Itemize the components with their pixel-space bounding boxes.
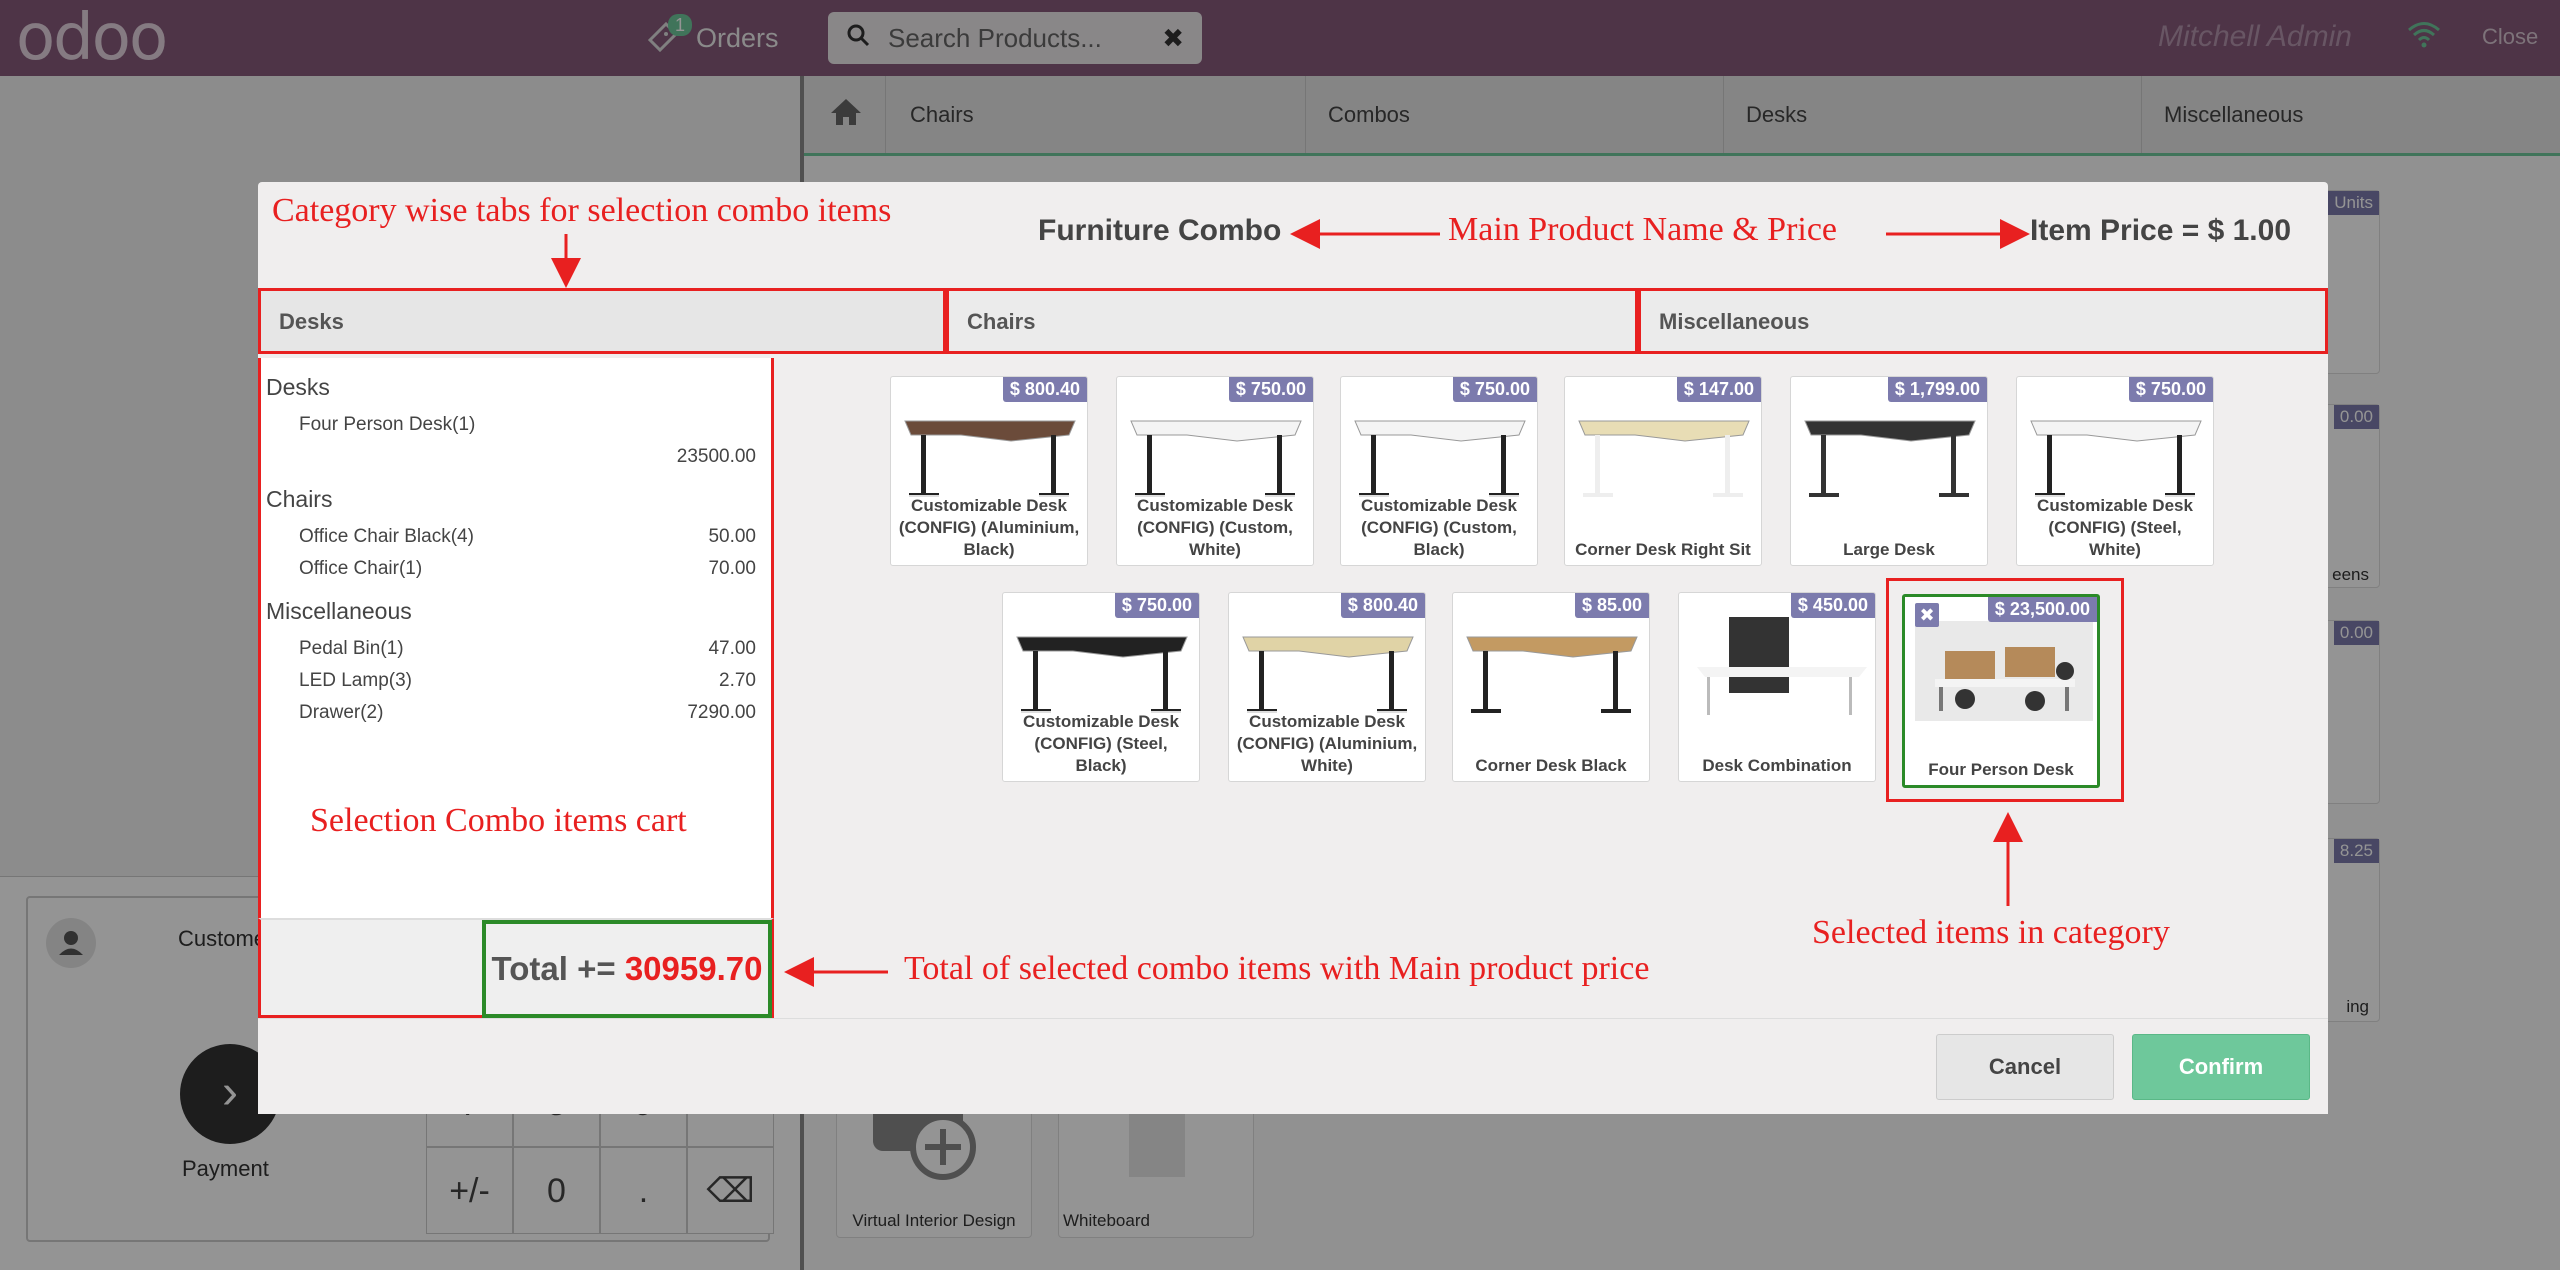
cart-item[interactable]: LED Lamp(3) xyxy=(299,670,412,692)
product-image xyxy=(1578,420,1750,497)
product-name: Corner Desk Black xyxy=(1457,755,1645,777)
price-tag: $ 1,799.00 xyxy=(1887,377,1987,402)
confirm-button[interactable]: Confirm xyxy=(2132,1034,2310,1100)
product-image xyxy=(1354,420,1526,497)
product-image xyxy=(904,420,1076,497)
product-name: Large Desk xyxy=(1795,539,1983,561)
combo-product-tile[interactable]: $ 800.40 Customizable Desk (CONFIG) (Alum… xyxy=(1228,592,1426,782)
product-name: Customizable Desk (CONFIG) (Custom, Blac… xyxy=(1345,495,1533,561)
product-name: Customizable Desk (CONFIG) (Custom, Whit… xyxy=(1121,495,1309,561)
combo-product-tile[interactable]: $ 750.00 Customizable Desk (CONFIG) (Cust… xyxy=(1340,376,1538,566)
price-tag: $ 750.00 xyxy=(1452,377,1537,402)
annotation-total: Total of selected combo items with Main … xyxy=(904,950,1650,987)
product-image xyxy=(2030,420,2202,497)
annotation-cart: Selection Combo items cart xyxy=(310,802,687,839)
combo-item-price: Item Price = $ 1.00 xyxy=(2030,214,2292,247)
cart-group-miscellaneous: Miscellaneous xyxy=(266,598,412,624)
combo-product-tile[interactable]: $ 1,799.00 Large Desk xyxy=(1790,376,1988,566)
price-tag: $ 85.00 xyxy=(1574,593,1649,618)
annotation-selected: Selected items in category xyxy=(1812,914,2170,951)
cart-item[interactable]: Four Person Desk(1) xyxy=(299,414,475,436)
combo-product-tile[interactable]: $ 750.00 Customizable Desk (CONFIG) (Cust… xyxy=(1116,376,1314,566)
cancel-button[interactable]: Cancel xyxy=(1936,1034,2114,1100)
price-tag: $ 800.40 xyxy=(1002,377,1087,402)
combo-product-tile[interactable]: $ 85.00 Corner Desk Black xyxy=(1452,592,1650,782)
tab-desks[interactable]: Desks xyxy=(258,288,946,354)
cart-item-value: 50.00 xyxy=(708,526,756,547)
annotation-tabs: Category wise tabs for selection combo i… xyxy=(272,192,892,229)
product-name: Customizable Desk (CONFIG) (Steel, White… xyxy=(2021,495,2209,561)
combo-product-tile[interactable]: $ 750.00 Customizable Desk (CONFIG) (Stee… xyxy=(2016,376,2214,566)
product-name: Customizable Desk (CONFIG) (Aluminium, B… xyxy=(895,495,1083,561)
combo-product-title: Furniture Combo xyxy=(1038,214,1282,247)
price-tag: $ 147.00 xyxy=(1676,377,1761,402)
cart-item[interactable]: Office Chair(1) xyxy=(299,558,422,580)
selected-item-highlight xyxy=(1886,578,2124,802)
product-image xyxy=(1242,636,1414,713)
cart-group-desks: Desks xyxy=(266,374,330,400)
tab-miscellaneous[interactable]: Miscellaneous xyxy=(1638,288,2328,354)
tab-chairs[interactable]: Chairs xyxy=(946,288,1638,354)
product-image xyxy=(1466,636,1638,713)
cart-item[interactable]: Office Chair Black(4) xyxy=(299,526,474,548)
price-tag: $ 750.00 xyxy=(1228,377,1313,402)
product-image xyxy=(1804,420,1976,497)
combo-product-tile[interactable]: $ 450.00 Desk Combination xyxy=(1678,592,1876,782)
price-tag: $ 750.00 xyxy=(2128,377,2213,402)
cart-item-value: 70.00 xyxy=(708,558,756,579)
cart-item-value: 7290.00 xyxy=(687,702,756,723)
product-image xyxy=(1130,420,1302,497)
cart-item-value: 23500.00 xyxy=(676,446,756,467)
cart-item-value: 2.70 xyxy=(719,670,756,691)
price-tag: $ 800.40 xyxy=(1340,593,1425,618)
combo-product-tile[interactable]: $ 750.00 Customizable Desk (CONFIG) (Stee… xyxy=(1002,592,1200,782)
product-name: Corner Desk Right Sit xyxy=(1569,539,1757,561)
combo-product-tile[interactable]: $ 147.00 Corner Desk Right Sit xyxy=(1564,376,1762,566)
product-name: Customizable Desk (CONFIG) (Aluminium, W… xyxy=(1233,711,1421,777)
total-label: Total += xyxy=(491,950,616,987)
cart-group-chairs: Chairs xyxy=(266,486,333,512)
price-tag: $ 450.00 xyxy=(1790,593,1875,618)
product-name: Customizable Desk (CONFIG) (Steel, Black… xyxy=(1007,711,1195,777)
cart-item[interactable]: Pedal Bin(1) xyxy=(299,638,404,660)
total-value: 30959.70 xyxy=(624,950,763,987)
annotation-main-product: Main Product Name & Price xyxy=(1448,211,1838,248)
combo-product-tile[interactable]: $ 800.40 Customizable Desk (CONFIG) (Alum… xyxy=(890,376,1088,566)
price-tag: $ 750.00 xyxy=(1114,593,1199,618)
combo-total: Total += 30959.70 xyxy=(482,920,772,1018)
product-image xyxy=(1697,617,1867,715)
cart-item[interactable]: Drawer(2) xyxy=(299,702,383,724)
cart-item-value: 47.00 xyxy=(708,638,756,659)
product-name: Desk Combination xyxy=(1683,755,1871,777)
product-image xyxy=(1016,636,1188,713)
